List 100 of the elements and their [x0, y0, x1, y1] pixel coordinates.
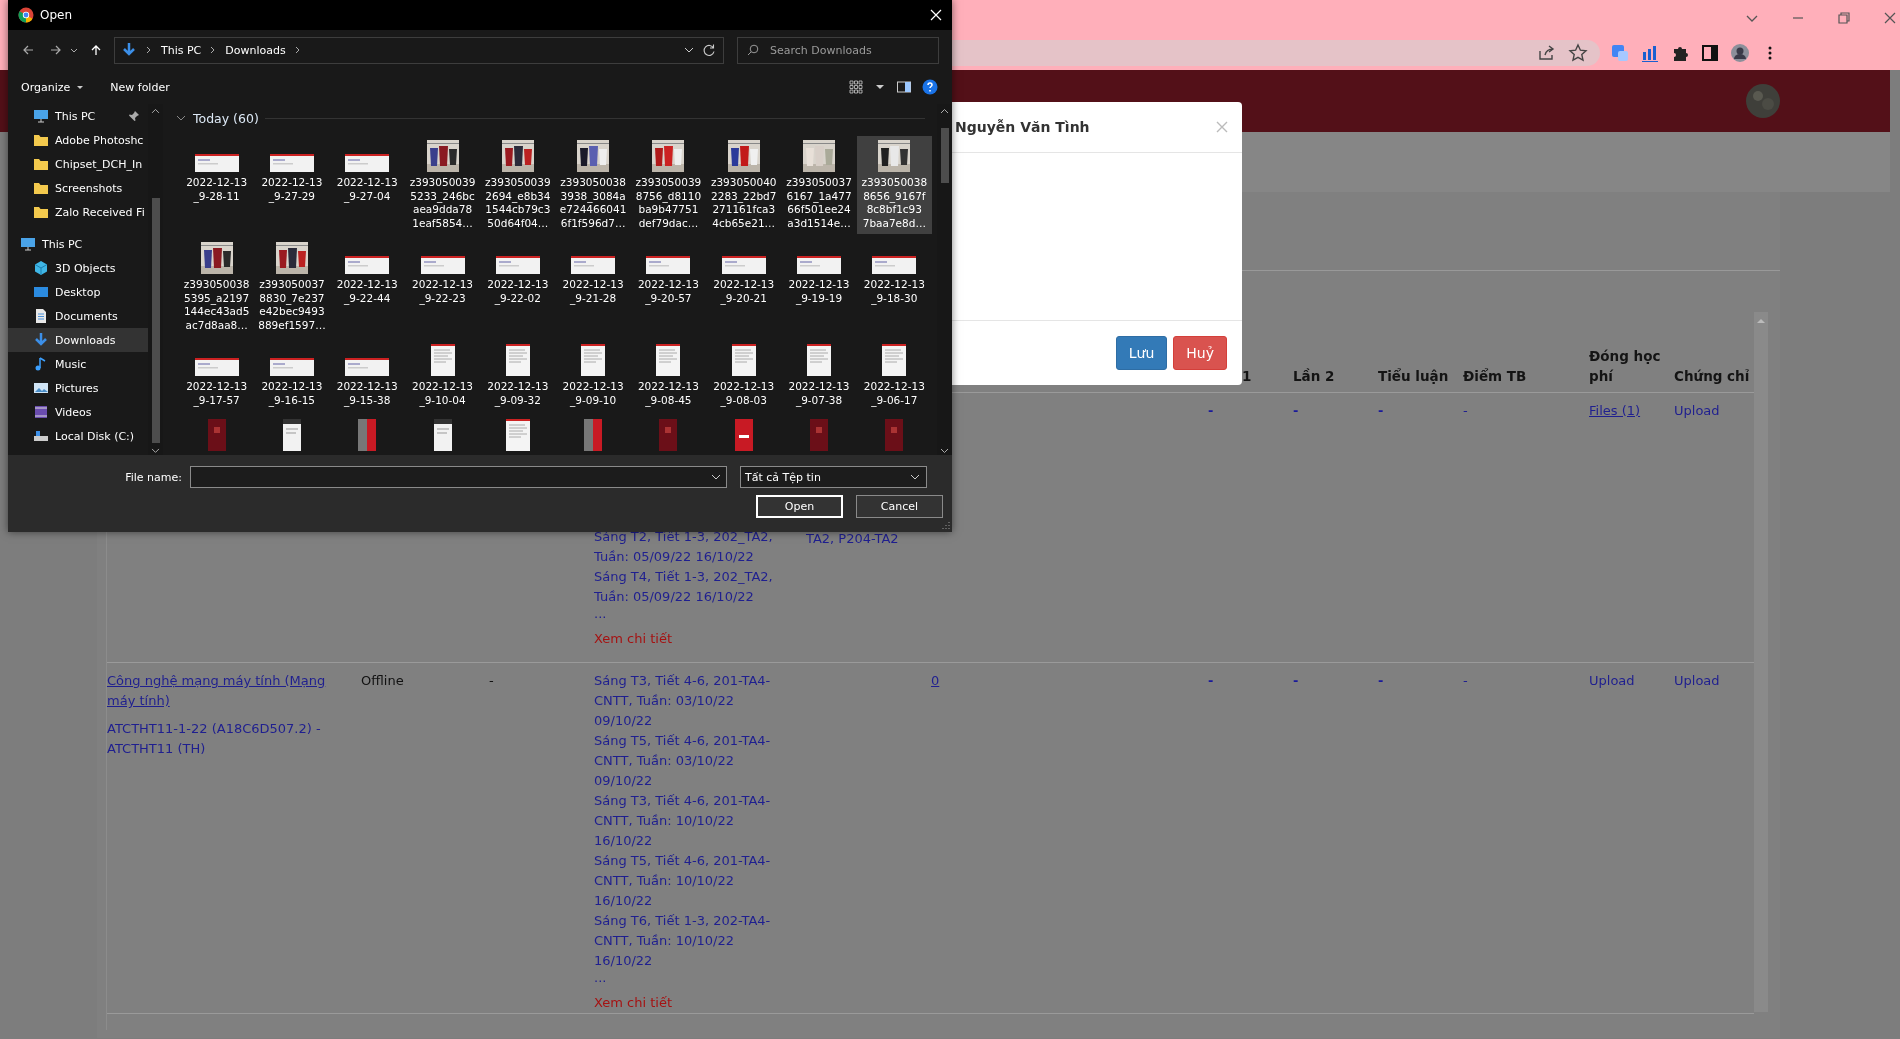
nav-item[interactable]: Screenshots	[8, 176, 148, 200]
view-grid-icon[interactable]	[848, 79, 864, 95]
breadcrumb-item[interactable]: Downloads	[225, 43, 286, 57]
file-tile[interactable]: 2022-12-13 _9-22-23	[404, 238, 481, 336]
scroll-down-icon[interactable]	[940, 446, 949, 455]
room-text: TA2, P204-TA2	[806, 531, 899, 546]
file-name-field[interactable]	[190, 466, 727, 488]
scrollbar[interactable]	[1754, 312, 1768, 1012]
file-tile[interactable]: 2022-12-13 _9-08-03	[706, 340, 782, 411]
scroll-up-icon[interactable]	[151, 107, 160, 116]
file-tile[interactable]: 2022-12-13 _9-10-04	[404, 340, 481, 411]
search-icon	[747, 43, 759, 56]
cancel-button[interactable]: Cancel	[856, 495, 943, 518]
scroll-thumb[interactable]	[151, 197, 160, 444]
up-arrow-icon[interactable]	[90, 44, 102, 56]
file-tile[interactable]: 2022-12-13 _9-20-57	[630, 238, 707, 336]
address-field[interactable]: This PC Downloads	[114, 36, 724, 64]
nav-item[interactable]: Desktop	[8, 280, 148, 304]
nav-item[interactable]: 3D Objects	[8, 256, 148, 280]
organize-menu[interactable]: Organize	[21, 80, 87, 94]
file-name: 2022-12-13 _9-27-29	[261, 176, 323, 203]
schedule-entry: Sáng T5, Tiết 4-6, 201-TA4-CNTT, Tuần: 03/10/22 09/10/22	[594, 732, 772, 790]
schedule-entry: Sáng T3, Tiết 4-6, 201-TA4-CNTT, Tuần: 03/10/22 09/10/22	[594, 672, 772, 730]
file-tile[interactable]: 2022-12-13 _9-20-21	[706, 238, 782, 336]
file-tile[interactable]: 2022-12-13 _9-27-29	[254, 136, 330, 234]
document-icon	[282, 419, 301, 451]
nav-item[interactable]: Chipset_DCH_In	[8, 152, 148, 176]
profile-avatar-icon[interactable]	[1730, 42, 1750, 63]
column-header: Điểm TB	[1463, 367, 1528, 386]
file-tile[interactable]: 2022-12-13 _9-06-17	[856, 340, 932, 411]
nav-item[interactable]: Local Disk (C:)	[8, 424, 148, 448]
nav-item[interactable]: Zalo Received Fi	[8, 200, 148, 224]
file-name: 2022-12-13 _9-22-23	[412, 278, 474, 305]
scroll-up-icon[interactable]	[940, 107, 949, 116]
nav-item[interactable]: Documents	[8, 304, 148, 328]
file-tile[interactable]: z393050039 5233_246bc aea9dda78 1eaf5854…	[404, 136, 481, 234]
star-icon[interactable]	[1568, 42, 1588, 63]
thumbnail-icon	[872, 256, 917, 274]
schedule-entry: Sáng T5, Tiết 4-6, 201-TA4-CNTT, Tuần: 10/10/22 16/10/22	[594, 852, 772, 910]
file-tile[interactable]: z393050039 8756_d8110 ba9b47751 def79dac…	[630, 136, 707, 234]
back-arrow-icon[interactable]	[22, 44, 34, 56]
file-tile[interactable]: 2022-12-13 _9-27-04	[329, 136, 405, 234]
file-tile[interactable]: 2022-12-13 _9-15-38	[329, 340, 405, 411]
app-screen-icon	[584, 419, 603, 451]
preview-pane-icon[interactable]	[896, 79, 912, 95]
nav-item[interactable]: Adobe Photoshc	[8, 128, 148, 152]
score-text: -	[1463, 403, 1468, 418]
file-tile[interactable]: 2022-12-13 _9-19-19	[781, 238, 857, 336]
thumbnail-icon	[721, 256, 766, 274]
file-tile[interactable]: z393050037 6167_1a477 66f501ee24 a3d1514e…	[781, 136, 857, 234]
scroll-thumb[interactable]	[940, 128, 949, 183]
file-tile[interactable]: 2022-12-13 _9-08-45	[630, 340, 707, 411]
save-button[interactable]: Lưu	[1115, 336, 1168, 370]
file-tile[interactable]: z393050038 5395_a2197 144ec43ad5 ac7d8aa8…	[179, 238, 255, 336]
file-tile[interactable]: 2022-12-13 _9-09-32	[480, 340, 556, 411]
monitor-icon	[33, 108, 49, 124]
file-tile[interactable]: z393050038 8656_9167f 8c8bf1c93 7baa7e8d…	[856, 136, 932, 234]
nav-item[interactable]: This PC	[8, 232, 148, 256]
new-folder-button[interactable]: New folder	[110, 80, 170, 94]
file-tile[interactable]: 2022-12-13 _9-09-10	[555, 340, 631, 411]
file-tile[interactable]: 2022-12-13 _9-28-11	[179, 136, 255, 234]
file-name: 2022-12-13 _9-20-57	[637, 278, 699, 305]
nav-item[interactable]: Music	[8, 352, 148, 376]
nav-item[interactable]: Downloads	[8, 328, 148, 352]
search-field[interactable]: Search Downloads	[737, 36, 939, 64]
resize-grip-icon[interactable]	[941, 521, 950, 530]
refresh-icon[interactable]	[701, 42, 717, 58]
file-name: z393050039 2694_e8b34 1544cb79c3 50d64f04…	[485, 176, 551, 230]
monitor-icon	[20, 236, 36, 252]
scroll-down-icon[interactable]	[151, 446, 160, 455]
cancel-button[interactable]: Huỷ	[1173, 336, 1227, 370]
side-panel-icon[interactable]	[1700, 42, 1720, 63]
help-icon[interactable]	[922, 79, 938, 95]
nav-item[interactable]: Pictures	[8, 376, 148, 400]
file-type-dropdown[interactable]: Tất cả Tệp tin	[740, 466, 927, 488]
file-name: z393050039 5233_246bc aea9dda78 1eaf5854…	[409, 176, 476, 230]
file-tile[interactable]: z393050038 3938_3084a e724466041 6f1f596d7…	[555, 136, 631, 234]
file-tile[interactable]: z393050039 2694_e8b34 1544cb79c3 50d64f04…	[480, 136, 556, 234]
drive-icon	[33, 428, 49, 444]
nav-item[interactable]: This PC	[8, 104, 148, 128]
forward-arrow-icon[interactable]	[50, 44, 62, 56]
breadcrumb-item[interactable]: This PC	[161, 43, 202, 57]
file-tile[interactable]: z393050037 8830_7e237 e42bec9493 889ef1597…	[254, 238, 330, 336]
folder-icon	[33, 180, 49, 196]
file-tile[interactable]: 2022-12-13 _9-22-02	[480, 238, 556, 336]
open-button[interactable]: Open	[756, 495, 843, 518]
download-arrow-icon	[33, 332, 49, 348]
file-tile[interactable]: z393050040 2283_22bd7 271161fca3 4cb65e21…	[706, 136, 782, 234]
file-tile[interactable]: 2022-12-13 _9-21-28	[555, 238, 631, 336]
file-tile[interactable]: 2022-12-13 _9-07-38	[781, 340, 857, 411]
file-tile[interactable]: 2022-12-13 _9-18-30	[856, 238, 932, 336]
file-tile[interactable]: 2022-12-13 _9-17-57	[179, 340, 255, 411]
score-text: -	[1378, 403, 1384, 418]
file-tile[interactable]: 2022-12-13 _9-22-44	[329, 238, 405, 336]
group-header[interactable]: Today (60)	[193, 110, 259, 126]
file-tile[interactable]: 2022-12-13 _9-16-15	[254, 340, 330, 411]
nav-item[interactable]: Videos	[8, 400, 148, 424]
thumbnail-icon	[571, 256, 616, 274]
document-icon	[505, 344, 530, 376]
thumbnail-icon	[269, 154, 314, 172]
